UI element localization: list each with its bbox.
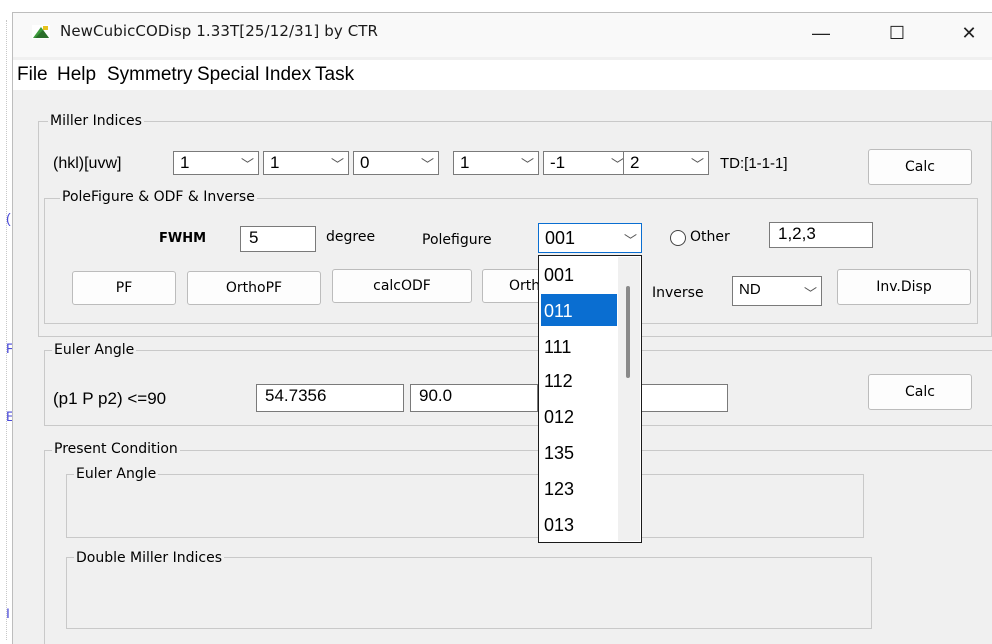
app-icon <box>32 25 50 39</box>
chevron-down-icon: ﹀ <box>690 157 704 172</box>
degree-label: degree <box>326 229 376 245</box>
polefigure-group-label: PoleFigure & ODF & Inverse <box>60 189 257 205</box>
h-combo[interactable]: 1 ﹀ <box>173 151 259 175</box>
P-input[interactable]: 90.0 <box>410 384 538 412</box>
euler-angle-label: Euler Angle <box>52 342 137 358</box>
fwhm-input[interactable]: 5 <box>240 226 316 252</box>
polefigure-group <box>44 198 978 324</box>
td-label: TD:[1-1-1] <box>720 155 788 172</box>
dropdown-option[interactable]: 012 <box>541 400 617 432</box>
euler-calc-button[interactable]: Calc <box>868 374 972 410</box>
dropdown-option[interactable]: 112 <box>541 364 617 396</box>
hkl-uvw-label: (hkl)[uvw] <box>53 155 122 172</box>
present-euler-label: Euler Angle <box>74 466 159 482</box>
dropdown-option[interactable]: 013 <box>541 508 617 540</box>
background-glyph: I <box>6 605 10 621</box>
present-condition-label: Present Condition <box>52 441 180 457</box>
background-dotted-line <box>6 20 8 640</box>
menu-task[interactable]: Task <box>315 64 354 86</box>
euler-range-label: (p1 P p2) <=90 <box>53 389 167 408</box>
inverse-combo[interactable]: ND ﹀ <box>732 276 822 306</box>
chevron-down-icon: ﹀ <box>803 286 817 301</box>
inverse-value: ND <box>739 281 761 298</box>
present-euler-group <box>66 474 864 538</box>
double-miller-group <box>66 557 872 629</box>
chevron-down-icon: ﹀ <box>330 157 344 172</box>
dropdown-option[interactable]: 001 <box>541 258 617 290</box>
polefigure-dropdown-list: 001 011 111 112 012 135 123 013 <box>538 255 642 543</box>
chevron-down-icon: ﹀ <box>420 157 434 172</box>
other-input[interactable]: 1,2,3 <box>769 222 873 248</box>
miller-indices-label: Miller Indices <box>48 113 144 129</box>
background-glyph: ( <box>6 210 11 226</box>
fwhm-label: FWHM <box>159 231 207 246</box>
dropdown-option[interactable]: 135 <box>541 436 617 468</box>
l-combo[interactable]: 0 ﹀ <box>353 151 439 175</box>
menu-symmetry[interactable]: Symmetry <box>107 64 193 86</box>
u-combo[interactable]: 1 ﹀ <box>453 151 539 175</box>
polefigure-combo[interactable]: 001 ﹀ <box>538 223 642 253</box>
calcodf-button[interactable]: calcODF <box>332 269 472 303</box>
dropdown-scroll-thumb[interactable] <box>626 286 630 378</box>
close-button[interactable]: ✕ <box>946 16 992 50</box>
chevron-down-icon: ﹀ <box>623 233 637 248</box>
polefigure-label: Polefigure <box>422 232 492 248</box>
menu-special-index[interactable]: Special Index <box>197 64 311 86</box>
k-combo[interactable]: 1 ﹀ <box>263 151 349 175</box>
inv-disp-button[interactable]: Inv.Disp <box>837 269 971 305</box>
dropdown-option[interactable]: 111 <box>541 330 617 362</box>
maximize-button[interactable]: ☐ <box>874 16 920 50</box>
p1-input[interactable]: 54.7356 <box>256 384 404 412</box>
ortho-odf-button[interactable]: Orth <box>482 269 542 303</box>
v-combo[interactable]: -1 ﹀ <box>543 151 629 175</box>
w-value: 2 <box>630 153 640 172</box>
pf-button[interactable]: PF <box>72 271 176 305</box>
v-value: -1 <box>550 153 566 172</box>
other-radio[interactable] <box>670 230 686 246</box>
dropdown-option[interactable]: 123 <box>541 472 617 504</box>
orthopf-button[interactable]: OrthoPF <box>187 271 321 305</box>
dropdown-option-selected[interactable]: 011 <box>541 294 617 326</box>
w-combo[interactable]: 2 ﹀ <box>623 151 709 175</box>
double-miller-label: Double Miller Indices <box>74 550 225 566</box>
minimize-button[interactable]: — <box>798 16 844 50</box>
other-label: Other <box>690 229 730 245</box>
window-title: NewCubicCODisp 1.33T[25/12/31] by CTR <box>60 22 379 40</box>
menu-help[interactable]: Help <box>57 64 96 86</box>
miller-calc-button[interactable]: Calc <box>868 149 972 185</box>
polefigure-value: 001 <box>545 228 576 248</box>
l-value: 0 <box>360 153 370 172</box>
chevron-down-icon: ﹀ <box>240 157 254 172</box>
k-value: 1 <box>270 153 280 172</box>
u-value: 1 <box>460 153 470 172</box>
inverse-label: Inverse <box>652 285 704 301</box>
h-value: 1 <box>180 153 190 172</box>
menu-file[interactable]: File <box>17 64 48 86</box>
chevron-down-icon: ﹀ <box>520 157 534 172</box>
